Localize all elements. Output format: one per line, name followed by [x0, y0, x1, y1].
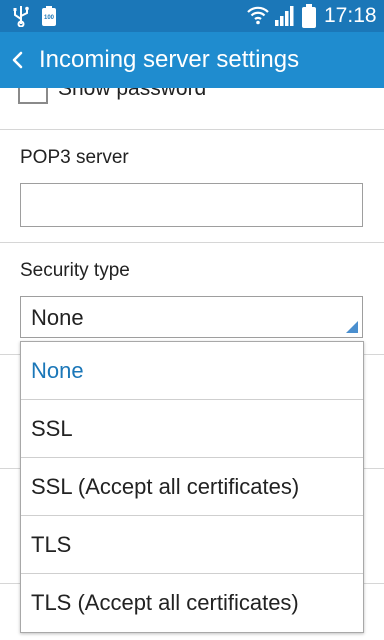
dropdown-option-label: TLS (Accept all certificates) [31, 590, 299, 615]
dropdown-option-label: TLS [31, 532, 72, 557]
show-password-checkbox[interactable] [18, 88, 48, 104]
show-password-label: Show password [58, 88, 207, 100]
page-title: Incoming server settings [39, 46, 300, 73]
dropdown-option-tls-accept-all[interactable]: TLS (Accept all certificates) [21, 574, 363, 632]
dropdown-option-tls[interactable]: TLS [21, 516, 363, 574]
signal-icon [275, 6, 294, 26]
clock: 17:18 [324, 4, 377, 27]
security-type-dropdown-list: None SSL SSL (Accept all certificates) T… [20, 341, 364, 633]
wifi-icon [247, 6, 269, 25]
battery-100-icon: 100 [42, 6, 58, 26]
security-type-value: None [31, 305, 84, 330]
security-type-label: Security type [20, 260, 130, 281]
pop3-server-input[interactable] [20, 183, 363, 227]
dropdown-option-none[interactable]: None [21, 342, 363, 400]
divider [0, 129, 384, 130]
pop3-server-label: POP3 server [20, 147, 129, 168]
action-bar: Incoming server settings [0, 32, 384, 88]
show-password-row[interactable]: Show password [0, 88, 384, 129]
dropdown-arrow-icon [346, 321, 358, 333]
security-type-select[interactable]: None [20, 296, 363, 338]
chevron-left-icon [12, 51, 23, 69]
battery-icon [302, 4, 316, 28]
dropdown-option-ssl[interactable]: SSL [21, 400, 363, 458]
dropdown-option-label: None [31, 358, 84, 383]
dropdown-option-label: SSL (Accept all certificates) [31, 474, 300, 499]
battery-percent-label: 100 [43, 15, 54, 21]
settings-form: Show password POP3 server Security type … [0, 88, 384, 640]
dropdown-option-ssl-accept-all[interactable]: SSL (Accept all certificates) [21, 458, 363, 516]
divider [0, 242, 384, 243]
status-bar: 100 17:18 [0, 0, 384, 32]
dropdown-option-label: SSL [31, 416, 73, 441]
usb-icon [13, 6, 29, 27]
back-button[interactable] [0, 32, 36, 88]
